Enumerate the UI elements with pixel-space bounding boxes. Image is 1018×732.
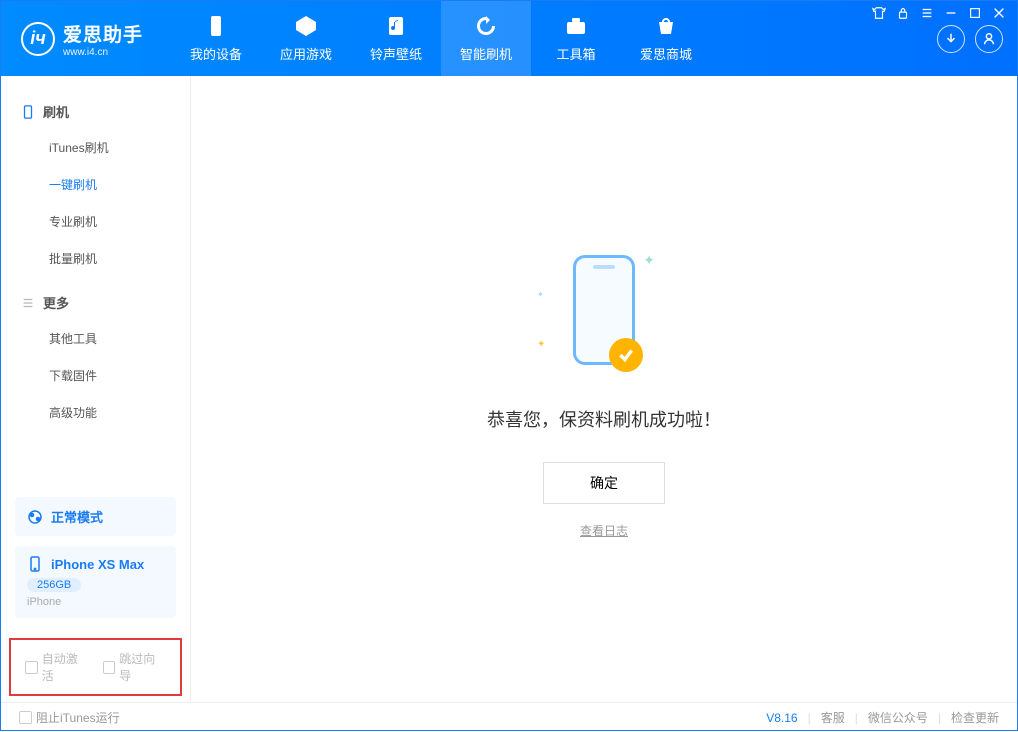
sidebar-group-more: 更多 <box>1 285 190 320</box>
checkbox-block-itunes[interactable]: 阻止iTunes运行 <box>19 709 120 726</box>
version-label: V8.16 <box>766 711 797 725</box>
device-name: iPhone XS Max <box>51 557 144 572</box>
tab-my-device[interactable]: 我的设备 <box>171 1 261 76</box>
tab-label: 铃声壁纸 <box>370 44 422 63</box>
main-tabs: 我的设备 应用游戏 铃声壁纸 智能刷机 工具箱 爱思商城 <box>171 1 711 76</box>
close-icon[interactable] <box>992 6 1006 20</box>
success-illustration: ✦ ✦ ✦ <box>519 240 689 380</box>
tab-toolbox[interactable]: 工具箱 <box>531 1 621 76</box>
sidebar-item-itunes-flash[interactable]: iTunes刷机 <box>1 129 190 166</box>
device-storage: 256GB <box>27 578 81 592</box>
app-logo: iч 爱思助手 www.i4.cn <box>1 1 161 76</box>
title-bar: iч 爱思助手 www.i4.cn 我的设备 应用游戏 铃声壁纸 智能刷机 工具… <box>1 1 1017 76</box>
maximize-icon[interactable] <box>968 6 982 20</box>
minimize-icon[interactable] <box>944 6 958 20</box>
sparkle-icon: ✦ <box>537 339 545 350</box>
status-bar: 阻止iTunes运行 V8.16 | 客服 | 微信公众号 | 检查更新 <box>1 702 1017 732</box>
sidebar-item-batch-flash[interactable]: 批量刷机 <box>1 240 190 277</box>
footer-link-support[interactable]: 客服 <box>821 709 845 726</box>
tab-ringtones[interactable]: 铃声壁纸 <box>351 1 441 76</box>
window-controls <box>872 6 1006 20</box>
checkbox-skip-guide[interactable]: 跳过向导 <box>103 650 167 684</box>
sidebar-group-flash: 刷机 <box>1 94 190 129</box>
sparkle-icon: ✦ <box>643 252 655 269</box>
app-url: www.i4.cn <box>63 47 143 58</box>
logo-icon: iч <box>21 22 55 56</box>
main-content: ✦ ✦ ✦ 恭喜您，保资料刷机成功啦！ 确定 查看日志 <box>191 76 1017 702</box>
user-button[interactable] <box>975 25 1003 53</box>
menu-icon[interactable] <box>920 6 934 20</box>
tab-label: 爱思商城 <box>640 44 692 63</box>
download-button[interactable] <box>937 25 965 53</box>
sidebar-item-one-click-flash[interactable]: 一键刷机 <box>1 166 190 203</box>
sidebar-item-pro-flash[interactable]: 专业刷机 <box>1 203 190 240</box>
tshirt-icon[interactable] <box>872 6 886 20</box>
tab-label: 工具箱 <box>557 44 596 63</box>
tab-label: 应用游戏 <box>280 44 332 63</box>
footer-link-update[interactable]: 检查更新 <box>951 709 999 726</box>
view-log-link[interactable]: 查看日志 <box>580 522 628 539</box>
checkbox-auto-activate[interactable]: 自动激活 <box>25 650 89 684</box>
sidebar-item-other-tools[interactable]: 其他工具 <box>1 320 190 357</box>
mode-box[interactable]: 正常模式 <box>15 497 176 536</box>
tab-store[interactable]: 爱思商城 <box>621 1 711 76</box>
tab-label: 我的设备 <box>190 44 242 63</box>
footer-link-wechat[interactable]: 微信公众号 <box>868 709 928 726</box>
lock-icon[interactable] <box>896 6 910 20</box>
app-title: 爱思助手 <box>63 20 143 47</box>
checkmark-icon <box>609 338 643 372</box>
success-message: 恭喜您，保资料刷机成功啦！ <box>487 406 721 432</box>
highlighted-checkboxes: 自动激活 跳过向导 <box>9 638 182 696</box>
tab-label: 智能刷机 <box>460 44 512 63</box>
device-box[interactable]: iPhone XS Max 256GB iPhone <box>15 546 176 618</box>
tab-flash[interactable]: 智能刷机 <box>441 1 531 76</box>
sidebar-item-download-firmware[interactable]: 下载固件 <box>1 357 190 394</box>
sidebar-item-advanced[interactable]: 高级功能 <box>1 394 190 431</box>
device-type: iPhone <box>27 596 164 608</box>
ok-button[interactable]: 确定 <box>543 462 665 504</box>
tab-apps-games[interactable]: 应用游戏 <box>261 1 351 76</box>
sidebar: 刷机 iTunes刷机 一键刷机 专业刷机 批量刷机 更多 其他工具 下载固件 … <box>1 76 191 702</box>
sparkle-icon: ✦ <box>537 290 544 299</box>
mode-label: 正常模式 <box>51 507 103 526</box>
